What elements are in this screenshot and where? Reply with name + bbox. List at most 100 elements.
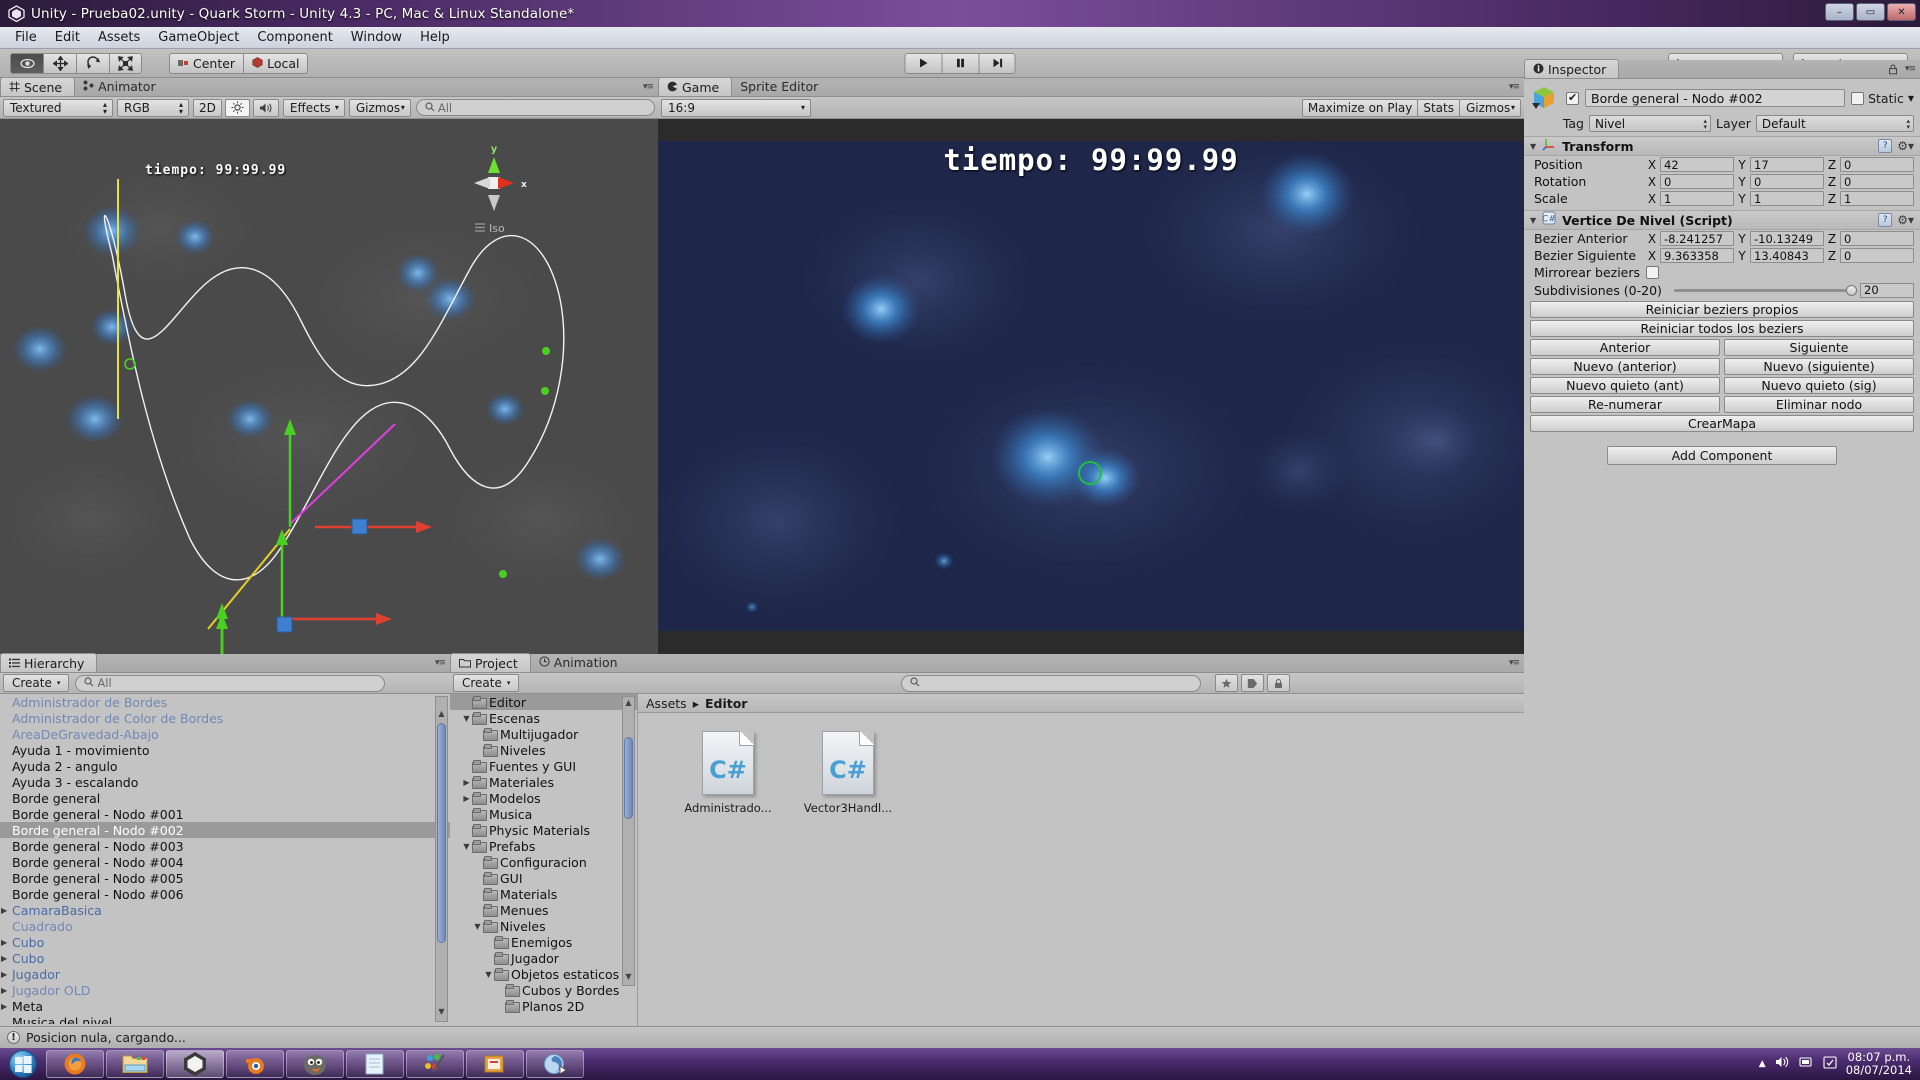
position-x-field[interactable]: 42 — [1660, 157, 1734, 172]
pause-button[interactable] — [941, 52, 979, 74]
volume-icon[interactable] — [1775, 1055, 1790, 1073]
menu-item-edit[interactable]: Edit — [46, 28, 89, 47]
bezier-anterior-y-field[interactable]: -10.13249 — [1750, 231, 1824, 246]
hierarchy-list[interactable]: ▶Administrador de Bordes▶Administrador d… — [0, 694, 450, 1024]
project-search-input[interactable] — [901, 674, 1202, 692]
hierarchy-item[interactable]: ▶Borde general - Nodo #002 — [0, 822, 450, 838]
project-tree-item[interactable]: Planos 2D — [450, 998, 637, 1014]
hierarchy-item[interactable]: ▶Borde general - Nodo #003 — [0, 838, 450, 854]
help-icon[interactable]: ? — [1878, 139, 1893, 153]
hierarchy-item[interactable]: ▶ CamaraBasica — [0, 902, 450, 918]
scale-x-field[interactable]: 1 — [1660, 191, 1734, 206]
gear-icon[interactable]: ⚙▾ — [1897, 139, 1914, 153]
collapsed-triangle-icon[interactable]: ▶ — [461, 794, 472, 803]
menu-item-window[interactable]: Window — [342, 28, 411, 47]
tab-sprite-editor[interactable]: Sprite Editor — [732, 77, 830, 96]
position-y-field[interactable]: 17 — [1750, 157, 1824, 172]
crearmapa-button[interactable]: CrearMapa — [1530, 415, 1914, 432]
menu-item-help[interactable]: Help — [411, 28, 459, 47]
speaker-icon[interactable] — [252, 98, 279, 117]
stats-button[interactable]: Stats — [1417, 98, 1460, 117]
tab-game[interactable]: Game — [658, 77, 733, 96]
lock-icon[interactable] — [1267, 674, 1291, 692]
taskbar-item-firefox[interactable] — [46, 1050, 104, 1078]
hierarchy-item[interactable]: ▶Cuadrado — [0, 918, 450, 934]
project-tree[interactable]: Editor ▼ Escenas Multijugador Niveles Fuentes… — [450, 694, 638, 1026]
taskbar-item-blender[interactable] — [226, 1050, 284, 1078]
rotation-y-field[interactable]: 0 — [1750, 174, 1824, 189]
hierarchy-item[interactable]: ▶ Cubo — [0, 934, 450, 950]
transform-component-header[interactable]: ▼ Transform ? ⚙▾ — [1524, 136, 1920, 156]
project-tree-item[interactable]: Fuentes y GUI — [450, 758, 637, 774]
hierarchy-create-button[interactable]: Create ▾ — [3, 674, 70, 692]
scrollbar-thumb[interactable] — [437, 723, 446, 943]
color-mode-dropdown[interactable]: RGB ▴ ▾ — [117, 98, 189, 117]
taskbar-item-media[interactable] — [526, 1050, 584, 1078]
project-tree-item[interactable]: Niveles — [450, 742, 637, 758]
scale-y-field[interactable]: 1 — [1750, 191, 1824, 206]
nuevo-quieto-sig-button[interactable]: Nuevo quieto (sig) — [1724, 377, 1914, 394]
inspector-lock-icon[interactable] — [1888, 64, 1898, 79]
collapsed-triangle-icon[interactable]: ▶ — [461, 778, 472, 787]
taskbar-item-file-explorer[interactable] — [106, 1050, 164, 1078]
hierarchy-item[interactable]: ▶ Meta — [0, 998, 450, 1014]
static-toggle[interactable]: Static ▼ — [1851, 91, 1914, 106]
menu-item-assets[interactable]: Assets — [89, 28, 149, 47]
script-component-header[interactable]: ▼ C# Vertice De Nivel (Script) ? ⚙▾ — [1524, 210, 1920, 230]
collapse-triangle-icon[interactable]: ▼ — [1530, 142, 1536, 151]
project-tree-item[interactable]: ▶ Materiales — [450, 774, 637, 790]
maximize-button[interactable]: ▭ — [1856, 3, 1885, 21]
tab-animation[interactable]: Animation — [531, 653, 630, 672]
gizmos-dropdown[interactable]: Gizmos ▾ — [348, 98, 411, 117]
project-tree-item[interactable]: Physic Materials — [450, 822, 637, 838]
label-icon[interactable] — [1241, 674, 1265, 692]
project-tree-item[interactable]: Enemigos — [450, 934, 637, 950]
taskbar-clock[interactable]: 08:07 p.m. 08/07/2014 — [1846, 1051, 1912, 1077]
collapse-triangle-icon[interactable]: ▼ — [1530, 216, 1536, 225]
action-center-icon[interactable] — [1823, 1055, 1837, 1073]
layer-dropdown[interactable]: Default ▴ ▾ — [1755, 115, 1914, 132]
game-viewport[interactable]: tiempo: 99:99.99 — [658, 119, 1524, 654]
expanded-triangle-icon[interactable]: ▼ — [483, 970, 494, 979]
start-button[interactable] — [2, 1049, 44, 1079]
tray-expand-icon[interactable]: ▲ — [1759, 1059, 1766, 1069]
project-tree-item[interactable]: Editor — [450, 694, 637, 710]
tab-animator[interactable]: Animator — [75, 77, 167, 96]
move-tool-icon[interactable] — [43, 52, 76, 74]
slider-knob[interactable] — [1846, 284, 1857, 296]
taskbar-item-office[interactable] — [466, 1050, 524, 1078]
aspect-dropdown[interactable]: 16:9 ▾ — [661, 98, 811, 117]
position-z-field[interactable]: 0 — [1840, 157, 1914, 172]
scene-search-input[interactable]: All — [415, 99, 655, 116]
minimize-button[interactable]: – — [1825, 3, 1854, 21]
rotate-tool-icon[interactable] — [76, 52, 109, 74]
scroll-down-arrow-icon[interactable]: ▼ — [437, 1007, 446, 1019]
space-mode-button[interactable]: Local — [243, 52, 309, 74]
expand-triangle-icon[interactable]: ▶ — [1, 906, 12, 915]
2d-toggle-button[interactable]: 2D — [193, 98, 222, 117]
project-tree-item[interactable]: Menues — [450, 902, 637, 918]
help-icon[interactable]: ? — [1878, 213, 1893, 227]
expand-triangle-icon[interactable]: ▶ — [1, 1002, 12, 1011]
close-button[interactable]: ✕ — [1887, 3, 1916, 21]
project-tree-item[interactable]: ▼ Prefabs — [450, 838, 637, 854]
chevron-down-icon[interactable]: ▼ — [1908, 94, 1914, 103]
maximize-on-play-button[interactable]: Maximize on Play — [1301, 98, 1419, 117]
gear-icon[interactable]: ⚙▾ — [1897, 213, 1914, 227]
hierarchy-item[interactable]: ▶Ayuda 1 - movimiento — [0, 742, 450, 758]
project-tree-item[interactable]: ▼ Niveles — [450, 918, 637, 934]
menu-item-gameobject[interactable]: GameObject — [149, 28, 248, 47]
expand-triangle-icon[interactable]: ▶ — [1, 954, 12, 963]
taskbar-item-unity[interactable] — [166, 1050, 224, 1078]
hierarchy-item[interactable]: ▶Borde general - Nodo #001 — [0, 806, 450, 822]
scene-viewport[interactable]: tiempo: 99:99.99 y x Iso — [0, 119, 658, 654]
hierarchy-item[interactable]: ▶Administrador de Bordes — [0, 694, 450, 710]
project-tree-item[interactable]: Materials — [450, 886, 637, 902]
scroll-down-arrow-icon[interactable]: ▼ — [624, 972, 633, 984]
add-component-button[interactable]: Add Component — [1607, 446, 1837, 465]
inspector-panel-menu-icon[interactable]: ▾≡ — [1905, 64, 1916, 74]
taskbar-item-notepad[interactable] — [346, 1050, 404, 1078]
project-tree-item[interactable]: GUI — [450, 870, 637, 886]
project-tree-item[interactable]: Cubos y Bordes — [450, 982, 637, 998]
status-message[interactable]: Posicion nula, cargando... — [26, 1030, 186, 1045]
